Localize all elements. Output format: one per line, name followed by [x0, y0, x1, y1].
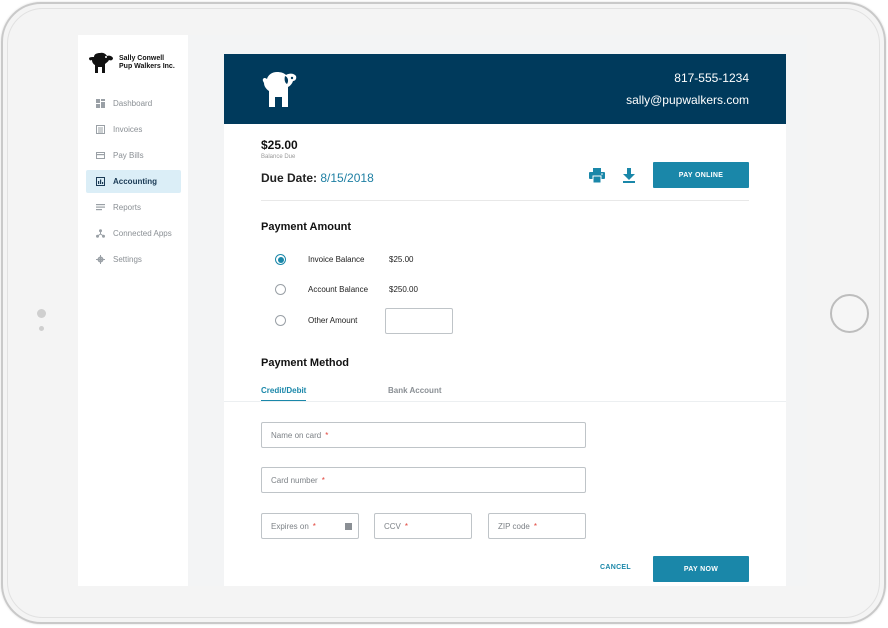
zip-code-field[interactable]: ZIP code * [488, 513, 586, 539]
sidebar-item-label: Connected Apps [113, 229, 172, 238]
due-date: Due Date: 8/15/2018 [261, 171, 374, 185]
radio-button[interactable] [275, 254, 286, 265]
brand: Sally Conwell Pup Walkers Inc. [88, 52, 175, 74]
dog-logo-icon [262, 72, 297, 107]
radio-button[interactable] [275, 315, 286, 326]
pay-now-button[interactable]: PAY NOW [653, 556, 749, 582]
option-value: $250.00 [389, 285, 418, 294]
screen: Sally Conwell Pup Walkers Inc. Dashboard… [78, 35, 807, 586]
required-mark: * [325, 430, 329, 440]
due-date-label: Due Date: [261, 171, 318, 185]
sidebar-item-label: Pay Bills [113, 151, 144, 160]
accounting-icon [96, 177, 105, 186]
sidebar-item-pay-bills[interactable]: Pay Bills [86, 144, 181, 167]
payment-amount-title: Payment Amount [261, 221, 352, 233]
sidebar: Sally Conwell Pup Walkers Inc. Dashboard… [78, 35, 188, 586]
sidebar-item-label: Invoices [113, 125, 143, 134]
sidebar-item-label: Dashboard [113, 99, 153, 108]
field-placeholder: Card number [271, 475, 318, 485]
sensor-dot [39, 326, 44, 331]
sidebar-item-reports[interactable]: Reports [86, 196, 181, 219]
tab-credit-debit[interactable]: Credit/Debit [261, 386, 307, 402]
print-icon[interactable] [589, 168, 605, 183]
divider [224, 401, 786, 402]
gear-icon [96, 255, 105, 264]
field-placeholder: ZIP code [498, 521, 530, 531]
sidebar-item-label: Reports [113, 203, 142, 212]
pay-online-button[interactable]: PAY ONLINE [653, 162, 749, 188]
brand-line1: Sally Conwell [119, 55, 165, 62]
brand-line2: Pup Walkers Inc. [119, 63, 175, 70]
sidebar-item-invoices[interactable]: Invoices [86, 118, 181, 141]
cancel-button[interactable]: CANCEL [600, 564, 631, 571]
option-label: Other Amount [308, 316, 358, 325]
ccv-field[interactable]: CCV * [374, 513, 472, 539]
contact-email: sally@pupwalkers.com [626, 93, 749, 107]
reports-icon [96, 203, 105, 212]
due-date-value: 8/15/2018 [320, 171, 374, 185]
dog-logo-icon [89, 52, 113, 73]
required-mark: * [533, 521, 537, 531]
sidebar-nav: Dashboard Invoices Pay Bills Accounting [86, 92, 181, 274]
card-number-field[interactable]: Card number * [261, 467, 586, 493]
option-value: $25.00 [389, 255, 414, 264]
option-label: Account Balance [308, 285, 369, 294]
sidebar-item-label: Settings [113, 255, 142, 264]
other-amount-input[interactable] [385, 308, 453, 334]
payment-method-title: Payment Method [261, 357, 350, 369]
required-mark: * [404, 521, 409, 531]
required-mark: * [312, 521, 316, 531]
sidebar-item-connected-apps[interactable]: Connected Apps [86, 222, 181, 245]
home-button[interactable] [830, 294, 869, 333]
expires-on-field[interactable]: Expires on * [261, 513, 359, 539]
option-invoice-balance[interactable]: Invoice Balance $25.00 [275, 254, 413, 265]
calendar-icon[interactable] [345, 523, 352, 530]
invoices-icon [96, 125, 105, 134]
sidebar-item-settings[interactable]: Settings [86, 248, 181, 271]
camera-dot [37, 309, 46, 318]
card-icon [96, 151, 105, 160]
invoice-panel: 817-555-1234 sally@pupwalkers.com $25.00… [224, 54, 786, 586]
brand-name: Sally Conwell Pup Walkers Inc. [119, 55, 175, 71]
divider [261, 200, 749, 201]
field-placeholder: Expires on [271, 521, 309, 531]
option-other-amount[interactable]: Other Amount [275, 315, 389, 326]
name-on-card-field[interactable]: Name on card * [261, 422, 586, 448]
sidebar-item-label: Accounting [113, 177, 157, 186]
option-label: Invoice Balance [308, 255, 365, 264]
sidebar-item-accounting[interactable]: Accounting [86, 170, 181, 193]
dashboard-icon [96, 99, 105, 108]
download-icon[interactable] [622, 168, 636, 183]
field-placeholder: CCV [384, 521, 401, 531]
required-mark: * [321, 475, 325, 485]
radio-button[interactable] [275, 284, 286, 295]
balance-label: Balance Due [261, 154, 296, 160]
connected-apps-icon [96, 229, 105, 238]
contact-phone: 817-555-1234 [674, 71, 749, 85]
sidebar-item-dashboard[interactable]: Dashboard [86, 92, 181, 115]
invoice-header: 817-555-1234 sally@pupwalkers.com [224, 54, 786, 124]
option-account-balance[interactable]: Account Balance $250.00 [275, 284, 418, 295]
tab-bank-account[interactable]: Bank Account [388, 386, 442, 395]
balance-amount: $25.00 [261, 138, 298, 152]
field-placeholder: Name on card [271, 430, 322, 440]
